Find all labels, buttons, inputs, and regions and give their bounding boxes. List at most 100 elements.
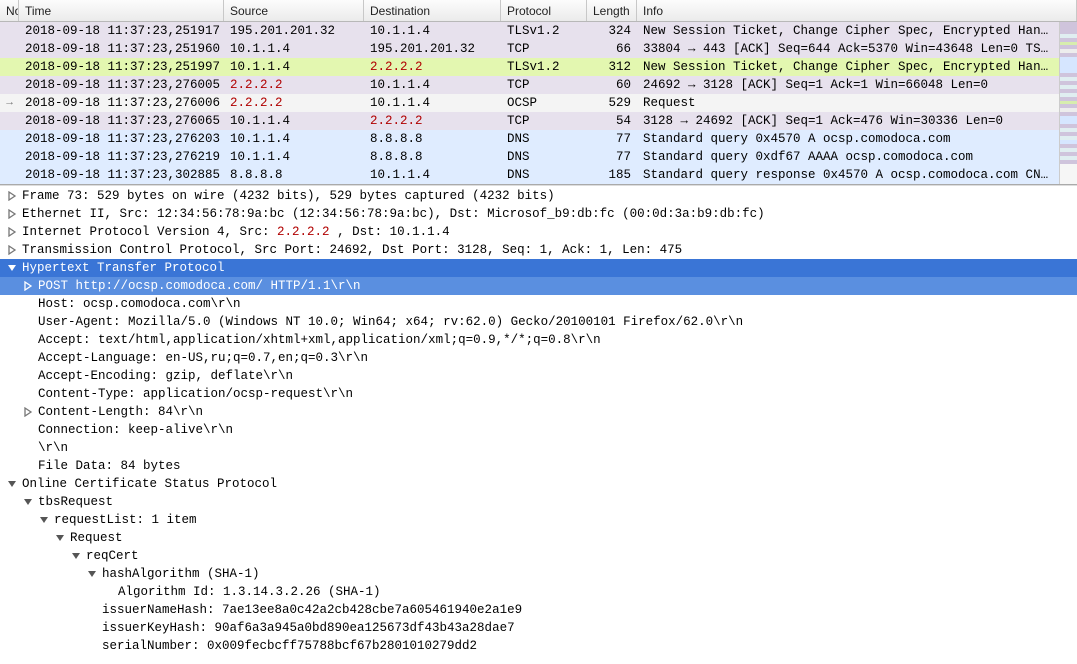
detail-ocsp-ikh[interactable]: issuerKeyHash: 90af6a3a945a0bd890ea12567…	[0, 619, 1077, 637]
detail-ocsp-tbs[interactable]: tbsRequest	[0, 493, 1077, 511]
chevron-down-icon[interactable]	[4, 260, 20, 276]
cell-length: 60	[587, 78, 637, 92]
cell-length: 324	[587, 24, 637, 38]
cell-source: 2.2.2.2	[224, 96, 364, 110]
detail-http-accept[interactable]: Accept: text/html,application/xhtml+xml,…	[0, 331, 1077, 349]
packet-rows[interactable]: 2018-09-18 11:37:23,251917195.201.201.32…	[0, 22, 1059, 184]
packet-row[interactable]: 2018-09-18 11:37:23,2760052.2.2.210.1.1.…	[0, 76, 1059, 94]
cell-source: 10.1.1.4	[224, 150, 364, 164]
detail-http-fd[interactable]: File Data: 84 bytes	[0, 457, 1077, 475]
chevron-right-icon[interactable]	[4, 188, 20, 204]
detail-http-ua[interactable]: User-Agent: Mozilla/5.0 (Windows NT 10.0…	[0, 313, 1077, 331]
cell-destination: 195.201.201.32	[364, 42, 501, 56]
detail-http-host[interactable]: Host: ocsp.comodoca.com\r\n	[0, 295, 1077, 313]
chevron-right-icon[interactable]	[4, 242, 20, 258]
cell-length: 77	[587, 150, 637, 164]
col-header-destination[interactable]: Destination	[364, 0, 501, 21]
cell-time: 2018-09-18 11:37:23,276065	[19, 114, 224, 128]
minimap[interactable]	[1059, 22, 1077, 184]
detail-tcp-text: Transmission Control Protocol, Src Port:…	[20, 243, 682, 257]
chevron-right-icon[interactable]	[4, 224, 20, 240]
packet-row[interactable]: 2018-09-18 11:37:23,27606510.1.1.42.2.2.…	[0, 112, 1059, 130]
packet-row[interactable]: 2018-09-18 11:37:23,25196010.1.1.4195.20…	[0, 40, 1059, 58]
packet-list-header[interactable]: No. Time Source Destination Protocol Len…	[0, 0, 1077, 22]
detail-ip-text: Internet Protocol Version 4, Src: 2.2.2.…	[20, 225, 450, 239]
cell-destination: 10.1.1.4	[364, 24, 501, 38]
detail-http-post[interactable]: POST http://ocsp.comodoca.com/ HTTP/1.1\…	[0, 277, 1077, 295]
row-marker: →	[0, 97, 19, 109]
detail-http-ct[interactable]: Content-Type: application/ocsp-request\r…	[0, 385, 1077, 403]
cell-protocol: TLSv1.2	[501, 24, 587, 38]
cell-time: 2018-09-18 11:37:23,276219	[19, 150, 224, 164]
chevron-right-icon[interactable]	[20, 278, 36, 294]
chevron-down-icon[interactable]	[84, 566, 100, 582]
detail-ocsp-hash[interactable]: hashAlgorithm (SHA-1)	[0, 565, 1077, 583]
detail-http-title: Hypertext Transfer Protocol	[20, 261, 225, 275]
detail-http-post-text: POST http://ocsp.comodoca.com/ HTTP/1.1\…	[36, 279, 361, 293]
col-header-no[interactable]: No.	[0, 0, 19, 21]
cell-info: 33804 → 443 [ACK] Seq=644 Ack=5370 Win=4…	[637, 42, 1059, 56]
cell-length: 66	[587, 42, 637, 56]
detail-http-enc[interactable]: Accept-Encoding: gzip, deflate\r\n	[0, 367, 1077, 385]
cell-time: 2018-09-18 11:37:23,276005	[19, 78, 224, 92]
cell-source: 2.2.2.2	[224, 78, 364, 92]
detail-http-cl[interactable]: Content-Length: 84\r\n	[0, 403, 1077, 421]
detail-http[interactable]: Hypertext Transfer Protocol	[0, 259, 1077, 277]
detail-ocsp-reqlist[interactable]: requestList: 1 item	[0, 511, 1077, 529]
cell-protocol: TLSv1.2	[501, 60, 587, 74]
cell-length: 54	[587, 114, 637, 128]
chevron-down-icon[interactable]	[52, 530, 68, 546]
detail-ocsp-reqcert[interactable]: reqCert	[0, 547, 1077, 565]
cell-protocol: TCP	[501, 114, 587, 128]
col-header-time[interactable]: Time	[19, 0, 224, 21]
detail-ocsp-inh[interactable]: issuerNameHash: 7ae13ee8a0c42a2cb428cbe7…	[0, 601, 1077, 619]
detail-http-conn[interactable]: Connection: keep-alive\r\n	[0, 421, 1077, 439]
cell-destination: 2.2.2.2	[364, 114, 501, 128]
col-header-info[interactable]: Info	[637, 0, 1077, 21]
chevron-down-icon[interactable]	[4, 476, 20, 492]
cell-source: 195.201.201.32	[224, 24, 364, 38]
cell-source: 10.1.1.4	[224, 114, 364, 128]
detail-tcp[interactable]: Transmission Control Protocol, Src Port:…	[0, 241, 1077, 259]
detail-http-lang[interactable]: Accept-Language: en-US,ru;q=0.7,en;q=0.3…	[0, 349, 1077, 367]
packet-details[interactable]: Frame 73: 529 bytes on wire (4232 bits),…	[0, 185, 1077, 664]
chevron-right-icon[interactable]	[4, 206, 20, 222]
cell-length: 77	[587, 132, 637, 146]
detail-ocsp-sn[interactable]: serialNumber: 0x009fecbcff75788bcf67b280…	[0, 637, 1077, 655]
detail-frame-text: Frame 73: 529 bytes on wire (4232 bits),…	[20, 189, 555, 203]
cell-time: 2018-09-18 11:37:23,251960	[19, 42, 224, 56]
cell-protocol: DNS	[501, 132, 587, 146]
detail-ocsp-req[interactable]: Request	[0, 529, 1077, 547]
cell-protocol: TCP	[501, 42, 587, 56]
cell-protocol: DNS	[501, 150, 587, 164]
chevron-down-icon[interactable]	[68, 548, 84, 564]
packet-row[interactable]: →2018-09-18 11:37:23,2760062.2.2.210.1.1…	[0, 94, 1059, 112]
chevron-right-icon[interactable]	[20, 404, 36, 420]
detail-ocsp[interactable]: Online Certificate Status Protocol	[0, 475, 1077, 493]
packet-row[interactable]: 2018-09-18 11:37:23,251917195.201.201.32…	[0, 22, 1059, 40]
detail-frame[interactable]: Frame 73: 529 bytes on wire (4232 bits),…	[0, 187, 1077, 205]
cell-destination: 2.2.2.2	[364, 60, 501, 74]
detail-http-crlf[interactable]: \r\n	[0, 439, 1077, 457]
cell-info: New Session Ticket, Change Cipher Spec, …	[637, 24, 1059, 38]
packet-row[interactable]: 2018-09-18 11:37:23,27621910.1.1.48.8.8.…	[0, 148, 1059, 166]
packet-row[interactable]: 2018-09-18 11:37:23,25199710.1.1.42.2.2.…	[0, 58, 1059, 76]
cell-protocol: DNS	[501, 168, 587, 182]
cell-info: 3128 → 24692 [ACK] Seq=1 Ack=476 Win=303…	[637, 114, 1059, 128]
cell-destination: 8.8.8.8	[364, 150, 501, 164]
col-header-source[interactable]: Source	[224, 0, 364, 21]
detail-eth[interactable]: Ethernet II, Src: 12:34:56:78:9a:bc (12:…	[0, 205, 1077, 223]
cell-source: 10.1.1.4	[224, 60, 364, 74]
col-header-protocol[interactable]: Protocol	[501, 0, 587, 21]
chevron-down-icon[interactable]	[20, 494, 36, 510]
detail-ocsp-algo[interactable]: Algorithm Id: 1.3.14.3.2.26 (SHA-1)	[0, 583, 1077, 601]
packet-row[interactable]: 2018-09-18 11:37:23,3028858.8.8.810.1.1.…	[0, 166, 1059, 184]
cell-length: 312	[587, 60, 637, 74]
packet-row[interactable]: 2018-09-18 11:37:23,27620310.1.1.48.8.8.…	[0, 130, 1059, 148]
detail-ip[interactable]: Internet Protocol Version 4, Src: 2.2.2.…	[0, 223, 1077, 241]
chevron-down-icon[interactable]	[36, 512, 52, 528]
cell-info: 24692 → 3128 [ACK] Seq=1 Ack=1 Win=66048…	[637, 78, 1059, 92]
cell-length: 185	[587, 168, 637, 182]
col-header-length[interactable]: Length	[587, 0, 637, 21]
cell-info: Standard query response 0x4570 A ocsp.co…	[637, 168, 1059, 182]
